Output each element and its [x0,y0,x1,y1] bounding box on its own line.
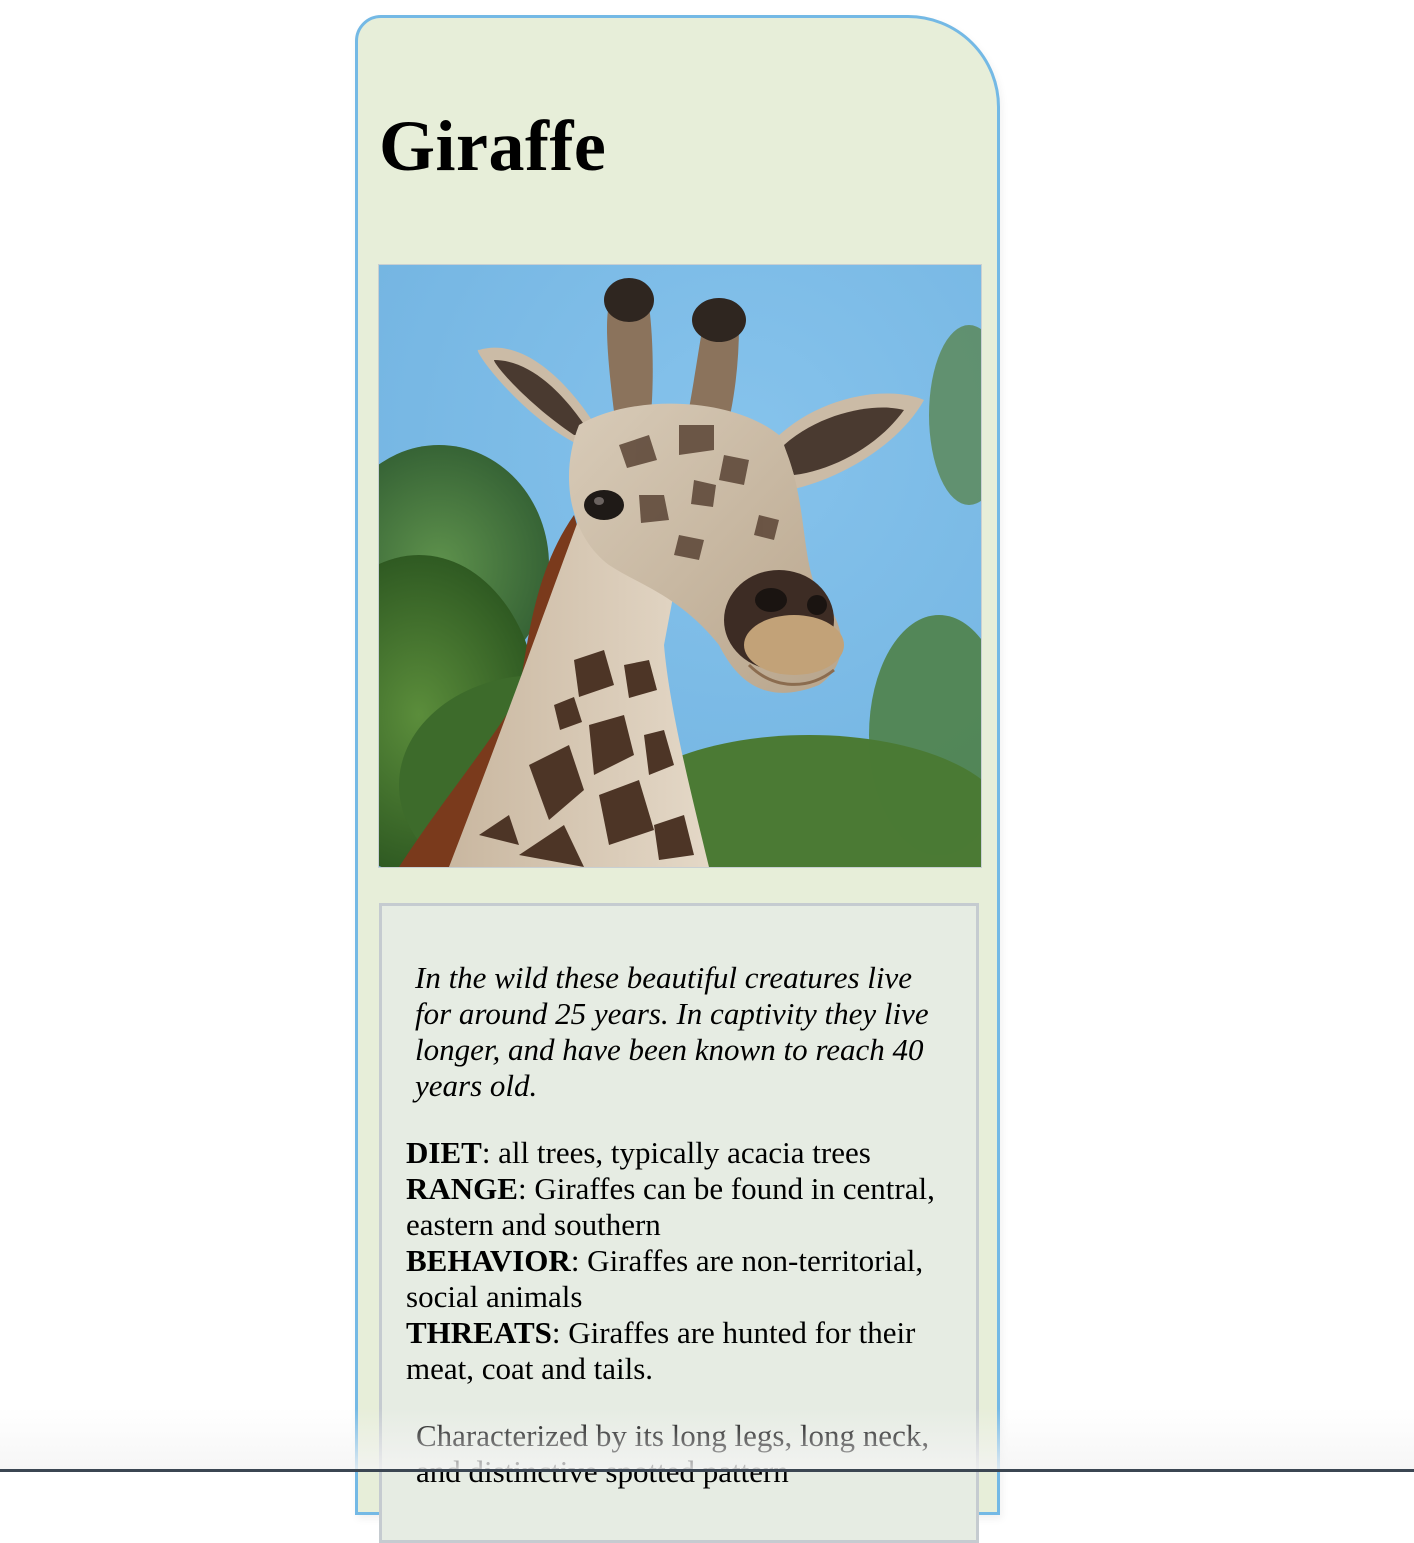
info-panel: In the wild these beautiful creatures li… [379,903,979,1543]
fact-label: THREATS [406,1315,552,1350]
fact-label: DIET [406,1135,482,1170]
fact-label: RANGE [406,1171,518,1206]
fact-range: RANGE: Giraffes can be found in central,… [406,1171,951,1243]
giraffe-photo [378,264,982,868]
fact-diet: DIET: all trees, typically acacia trees [406,1135,951,1171]
fact-label: BEHAVIOR [406,1243,571,1278]
fact-threats: THREATS: Giraffes are hunted for their m… [406,1315,951,1387]
animal-card: Giraffe In the wild these beautiful crea… [355,15,1000,1543]
animal-title: Giraffe [379,106,607,186]
fact-text: : all trees, typically acacia trees [481,1135,871,1170]
lifespan-text: In the wild these beautiful creatures li… [415,960,929,1103]
facts-list: DIET: all trees, typically acacia trees … [406,1135,951,1387]
fact-behavior: BEHAVIOR: Giraffes are non-territorial, … [406,1243,951,1315]
description-text: Characterized by its long legs, long nec… [416,1418,930,1489]
